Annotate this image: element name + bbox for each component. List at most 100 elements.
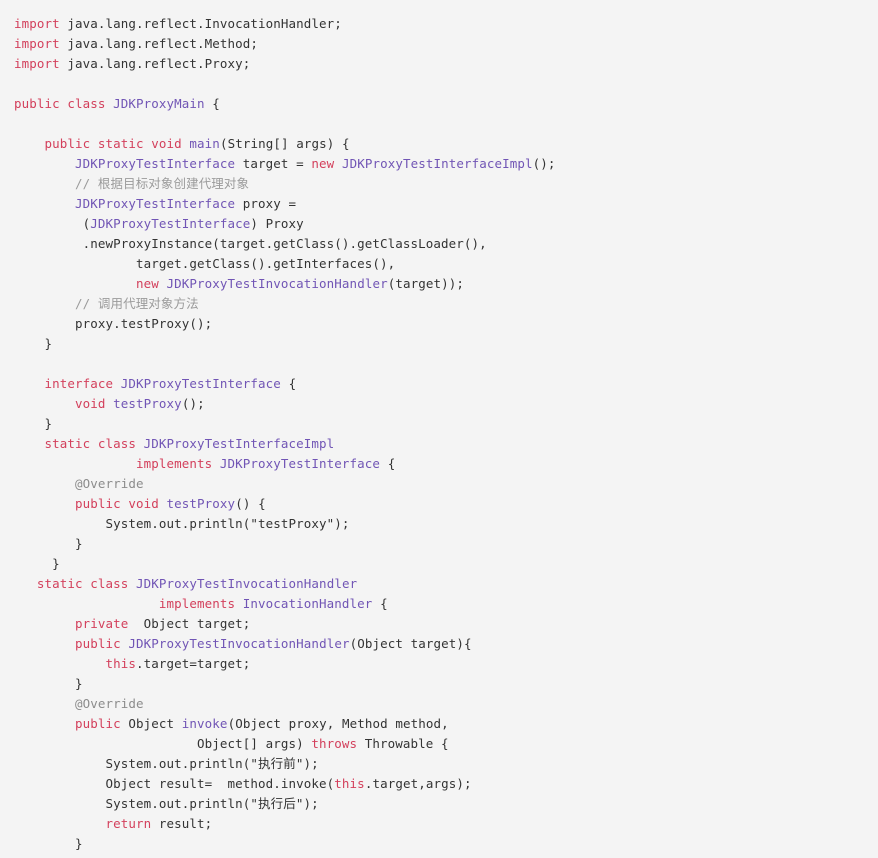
- code-line: public JDKProxyTestInvocationHandler(Obj…: [0, 634, 878, 654]
- code-token-kw: this: [334, 776, 365, 791]
- code-token-txt: {: [372, 596, 388, 611]
- code-token-kw: public: [75, 636, 121, 651]
- code-token-txt: Throwable {: [357, 736, 449, 751]
- code-token-type: invoke: [181, 716, 228, 731]
- code-line: public static void main(String[] args) {: [0, 134, 878, 154]
- code-token-txt: System.out.println("执行后");: [105, 796, 319, 811]
- code-line: // 调用代理对象方法: [0, 294, 878, 314]
- code-token-txt: proxy.testProxy();: [75, 316, 213, 331]
- code-token-kw: static class: [36, 576, 129, 591]
- code-line: static class JDKProxyTestInterfaceImpl: [0, 434, 878, 454]
- code-token-kw: static class: [44, 436, 137, 451]
- code-token-txt: {: [204, 96, 220, 111]
- code-token-kw: import: [14, 16, 60, 31]
- code-token-txt: ) Proxy: [250, 216, 304, 231]
- code-token-type: main: [189, 136, 220, 151]
- code-line: System.out.println("执行后");: [0, 794, 878, 814]
- code-token-kw: public void: [75, 496, 159, 511]
- code-token-type: JDKProxyTestInterfaceImpl: [143, 436, 335, 451]
- code-line: public class JDKProxyMain {: [0, 94, 878, 114]
- code-token-type: JDKProxyTestInvocationHandler: [128, 636, 350, 651]
- code-token-txt: System.out.println("执行前");: [105, 756, 319, 771]
- code-token-txt: () {: [235, 496, 266, 511]
- code-token-txt: java.lang.reflect.Method;: [59, 36, 259, 51]
- code-token-txt: (String[] args) {: [219, 136, 350, 151]
- code-token-kw: this: [105, 656, 137, 671]
- code-line: private Object target;: [0, 614, 878, 634]
- code-token-cmt: // 根据目标对象创建代理对象: [75, 176, 250, 191]
- code-line: public void testProxy() {: [0, 494, 878, 514]
- code-token-txt: ();: [181, 396, 205, 411]
- code-token-type: JDKProxyTestInterface: [120, 376, 281, 391]
- code-token-txt: result;: [151, 816, 213, 831]
- code-line: interface JDKProxyTestInterface {: [0, 374, 878, 394]
- code-token-type: testProxy: [166, 496, 236, 511]
- code-token-type: JDKProxyTestInterface: [75, 156, 236, 171]
- code-line: @Override: [0, 694, 878, 714]
- code-line: this.target=target;: [0, 654, 878, 674]
- code-viewer[interactable]: import java.lang.reflect.InvocationHandl…: [0, 0, 878, 858]
- code-token-txt: System.out.println("testProxy");: [105, 516, 350, 531]
- code-line: .newProxyInstance(target.getClass().getC…: [0, 234, 878, 254]
- code-token-type: JDKProxyTestInvocationHandler: [166, 276, 388, 291]
- code-line: }: [0, 534, 878, 554]
- code-token-txt: target.getClass().getInterfaces(),: [136, 256, 396, 271]
- code-token-txt: .newProxyInstance(target.getClass().getC…: [82, 236, 487, 251]
- code-token-kw: public class: [14, 96, 106, 111]
- code-token-txt: {: [280, 376, 297, 391]
- code-token-txt: }: [75, 536, 83, 551]
- code-token-kw: import: [14, 56, 60, 71]
- code-line: // 根据目标对象创建代理对象: [0, 174, 878, 194]
- code-token-txt: java.lang.reflect.Proxy;: [59, 56, 251, 71]
- code-token-type: JDKProxyTestInterface: [90, 216, 251, 231]
- code-token-txt: (target));: [387, 276, 464, 291]
- code-token-txt: .target,args);: [364, 776, 472, 791]
- code-line: }: [0, 334, 878, 354]
- code-line: void testProxy();: [0, 394, 878, 414]
- code-token-txt: {: [380, 456, 396, 471]
- code-token-txt: proxy =: [235, 196, 297, 211]
- code-line: Object result= method.invoke(this.target…: [0, 774, 878, 794]
- code-token-txt: Object target;: [128, 616, 251, 631]
- code-token-kw: void: [75, 396, 106, 411]
- code-line: import java.lang.reflect.Proxy;: [0, 54, 878, 74]
- code-token-txt: ();: [532, 156, 556, 171]
- code-line: implements InvocationHandler {: [0, 594, 878, 614]
- code-token-txt: }: [44, 416, 53, 431]
- code-line: }: [0, 674, 878, 694]
- code-token-txt: (Object target){: [349, 636, 472, 651]
- code-token-kw: private: [75, 616, 129, 631]
- code-token-txt: (Object proxy, Method method,: [227, 716, 449, 731]
- code-line: Object[] args) throws Throwable {: [0, 734, 878, 754]
- code-token-txt: Object: [120, 716, 182, 731]
